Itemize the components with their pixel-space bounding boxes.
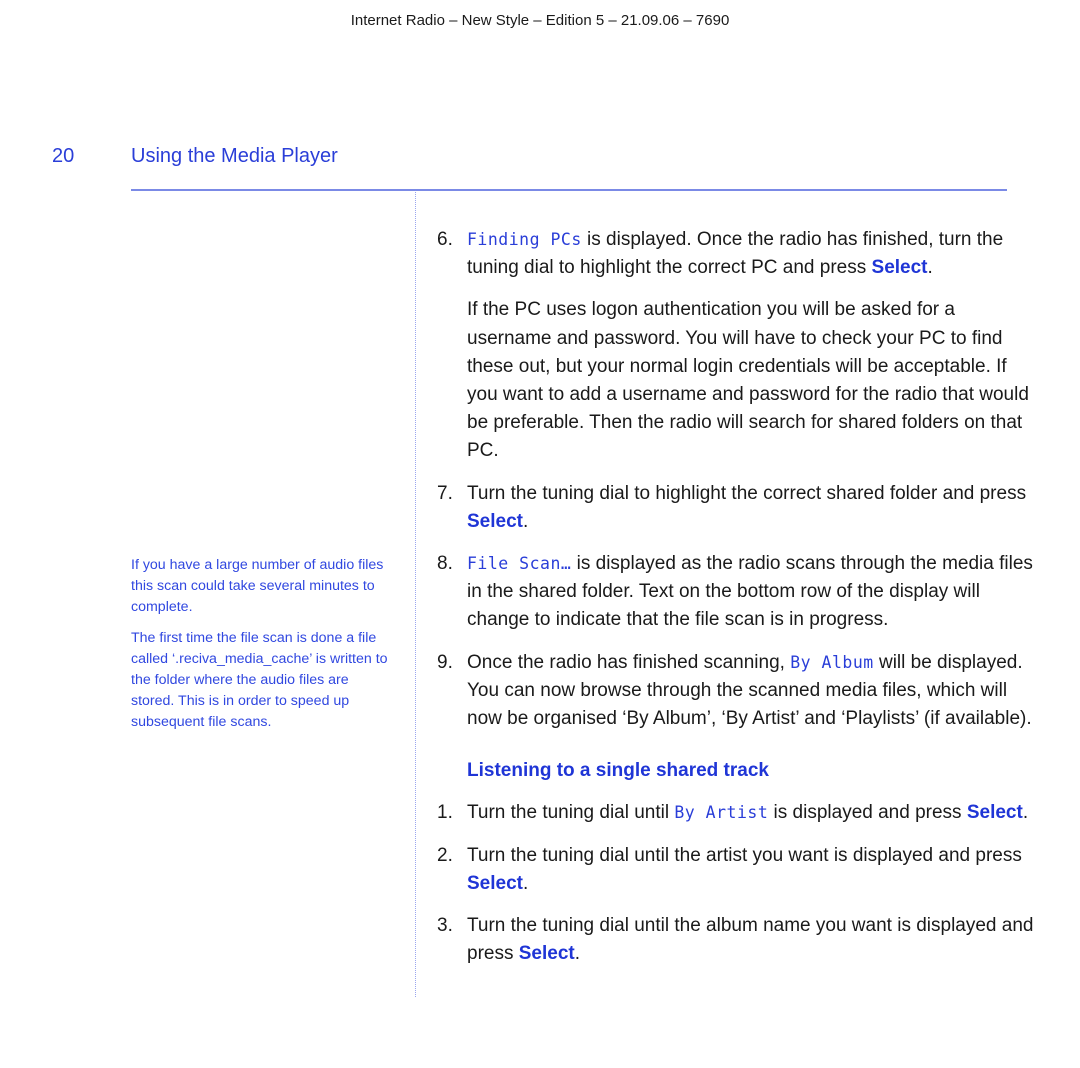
step-6-note: If the PC uses logon authentication you … xyxy=(467,299,1029,462)
sub-step-2: 2. Turn the tuning dial until the artist… xyxy=(437,842,1037,898)
step-text: . xyxy=(574,943,581,965)
sub-step-3: 3. Turn the tuning dial until the album … xyxy=(437,912,1037,968)
step-text: is displayed and press xyxy=(768,802,967,824)
select-keyword: Select xyxy=(467,510,523,532)
step-text: Turn the tuning dial until xyxy=(467,802,675,824)
step-6: 6. Finding PCs is displayed. Once the ra… xyxy=(437,226,1037,466)
step-text: Turn the tuning dial to highlight the co… xyxy=(467,482,1027,504)
select-keyword: Select xyxy=(871,257,928,279)
subsection-heading: Listening to a single shared track xyxy=(467,760,769,782)
sidenote-cache-file: The first time the file scan is done a f… xyxy=(131,630,388,730)
step-9: 9. Once the radio has finished scanning,… xyxy=(437,649,1037,734)
page-number: 20 xyxy=(52,145,75,167)
step-number: 9. xyxy=(437,651,453,673)
sidenote: If you have a large number of audio file… xyxy=(131,555,393,743)
section-title: Using the Media Player xyxy=(131,145,338,167)
lcd-text: Finding PCs xyxy=(467,230,582,249)
lcd-text: By Album xyxy=(790,652,874,672)
step-8: 8. File Scan… is displayed as the radio … xyxy=(437,550,1037,635)
step-number: 7. xyxy=(437,482,453,504)
select-keyword: Select xyxy=(467,872,523,894)
running-header: Internet Radio – New Style – Edition 5 –… xyxy=(350,12,730,29)
header-rule xyxy=(131,189,1007,191)
step-number: 6. xyxy=(437,229,453,250)
step-text: Turn the tuning dial until the artist yo… xyxy=(467,844,1022,866)
select-keyword: Select xyxy=(966,802,1023,824)
step-number: 2. xyxy=(437,844,453,866)
step-text: . xyxy=(1022,802,1029,824)
step-text: . xyxy=(522,872,529,894)
lcd-text: By Artist xyxy=(674,803,769,823)
lcd-text: File Scan… xyxy=(467,554,572,574)
sidenote-scan-time: If you have a large number of audio file… xyxy=(131,557,384,615)
column-divider xyxy=(415,192,416,997)
step-text: . xyxy=(927,257,933,279)
select-keyword: Select xyxy=(518,943,575,965)
step-text: . xyxy=(522,510,529,532)
step-number: 8. xyxy=(437,553,453,575)
step-number: 3. xyxy=(437,915,453,937)
step-number: 1. xyxy=(437,802,453,824)
step-text: Once the radio has finished scanning, xyxy=(467,651,791,673)
main-column: 6. Finding PCs is displayed. Once the ra… xyxy=(437,226,1037,982)
sub-step-1: 1. Turn the tuning dial until By Artist … xyxy=(437,799,1037,827)
step-7: 7. Turn the tuning dial to highlight the… xyxy=(437,480,1037,536)
